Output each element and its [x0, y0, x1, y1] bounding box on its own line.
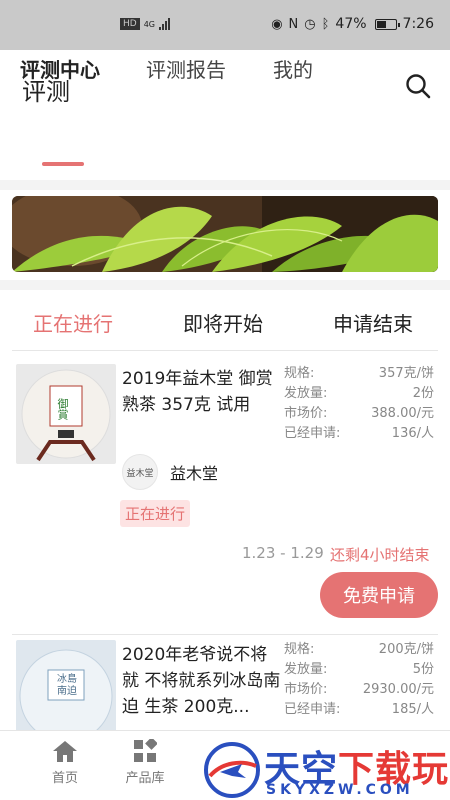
spec-row: 规格: 200克/饼 [284, 640, 434, 660]
nav-label: 首页 [51, 771, 78, 786]
battery-percent: 47% [335, 16, 367, 32]
signal-icon [159, 18, 170, 30]
eye-icon: ◉ [271, 16, 283, 32]
spec-value: 5份 [412, 662, 434, 677]
watermark-url: SKYXZW.COM [266, 782, 414, 798]
bluetooth-icon: ᛒ [321, 16, 330, 32]
list-item[interactable]: 御賞 2019年益木堂 御赏 熟茶 357克 试用 规格: 357克/饼 发放量:… [0, 350, 450, 630]
spec-value: 200克/饼 [378, 642, 434, 657]
product-specs: 规格: 357克/饼 发放量: 2份 市场价: 388.00/元 已经申请: 136/人 [284, 364, 434, 444]
tab-in-progress[interactable]: 正在进行 [33, 308, 113, 337]
free-apply-button[interactable]: 免费申请 [320, 572, 438, 618]
product-thumbnail: 御賞 [16, 364, 116, 464]
spec-value: 2份 [412, 386, 434, 401]
spec-value: 357克/饼 [378, 366, 434, 381]
tea-leaves-illustration [12, 196, 438, 272]
status-filter-tabs: 正在进行 即将开始 申请结束 [0, 290, 450, 350]
product-list: 御賞 2019年益木堂 御赏 熟茶 357克 试用 规格: 357克/饼 发放量:… [0, 350, 450, 730]
spec-label: 规格: [284, 366, 315, 381]
product-title: 2020年老爷说不将就 不将就系列冰岛南迫 生茶 200克... [122, 645, 281, 717]
alarm-icon: ◷ [304, 16, 316, 32]
network-type: 4G [143, 19, 155, 29]
spec-row: 市场价: 2930.00/元 [284, 680, 434, 700]
home-icon [53, 741, 77, 762]
spec-value: 185/人 [391, 702, 434, 717]
spec-row: 发放量: 5份 [284, 660, 434, 680]
spec-label: 发放量: [284, 386, 328, 401]
spec-label: 市场价: [284, 682, 328, 697]
spec-label: 市场价: [284, 406, 328, 421]
brand[interactable]: 益木堂 益木堂 [122, 454, 218, 490]
spec-value: 388.00/元 [371, 406, 434, 421]
banner-image[interactable] [12, 196, 438, 272]
list-item[interactable]: 冰島 南迫 2020年老爷说不将就 不将就系列冰岛南迫 生茶 200克... 规… [0, 626, 450, 730]
tab-mine[interactable]: 我的 [273, 54, 313, 83]
status-right: ◉ N ◷ ᛒ 47% 7:26 [271, 16, 434, 32]
nav-home[interactable]: 首页 [35, 739, 95, 786]
spec-label: 规格: [284, 642, 315, 657]
tab-review-center[interactable]: 评测中心 [20, 54, 100, 83]
banner-section [0, 190, 450, 280]
tab-review-report[interactable]: 评测报告 [146, 54, 226, 83]
network-indicators: HD 4G [120, 18, 170, 30]
spec-row: 市场价: 388.00/元 [284, 404, 434, 424]
watermark: 天空下载玩 SKYXZW.COM [200, 740, 450, 800]
product-title: 2019年益木堂 御赏 熟茶 357克 试用 [122, 369, 273, 415]
spec-label: 已经申请: [284, 702, 341, 717]
spec-row: 已经申请: 136/人 [284, 424, 434, 444]
status-bar: HD 4G ◉ N ◷ ᛒ 47% 7:26 [0, 0, 450, 50]
search-icon[interactable] [404, 72, 432, 100]
active-tab-indicator [42, 162, 84, 166]
thumbnail-label: 冰島 南迫 [57, 674, 77, 697]
brand-name: 益木堂 [170, 464, 219, 483]
watermark-logo-icon [204, 742, 260, 798]
nfc-icon: N [288, 16, 299, 32]
nav-label: 产品库 [125, 771, 165, 786]
tab-ended[interactable]: 申请结束 [333, 308, 413, 337]
app-header: 评测 评测中心 评测报告 我的 [0, 50, 450, 180]
grid-icon [134, 739, 157, 762]
product-specs: 规格: 200克/饼 发放量: 5份 市场价: 2930.00/元 已经申请: 185/… [284, 640, 434, 720]
spec-row: 已经申请: 185/人 [284, 700, 434, 720]
nav-products[interactable]: 产品库 [115, 739, 175, 786]
thumbnail-label: 御賞 [56, 398, 69, 420]
time-remaining: 还剩4小时结束 [330, 546, 430, 564]
clock: 7:26 [402, 16, 434, 32]
date-range: 1.23 - 1.29 [242, 544, 324, 562]
hd-badge: HD [120, 18, 140, 30]
spec-label: 已经申请: [284, 426, 341, 441]
product-thumbnail: 冰島 南迫 [16, 640, 116, 730]
tab-upcoming[interactable]: 即将开始 [183, 308, 263, 337]
brand-logo: 益木堂 [122, 454, 158, 490]
spec-row: 规格: 357克/饼 [284, 364, 434, 384]
spec-row: 发放量: 2份 [284, 384, 434, 404]
battery-icon [374, 18, 400, 30]
spec-label: 发放量: [284, 662, 328, 677]
spec-value: 136/人 [391, 426, 434, 441]
spec-value: 2930.00/元 [362, 682, 434, 697]
status-badge: 正在进行 [120, 500, 191, 527]
